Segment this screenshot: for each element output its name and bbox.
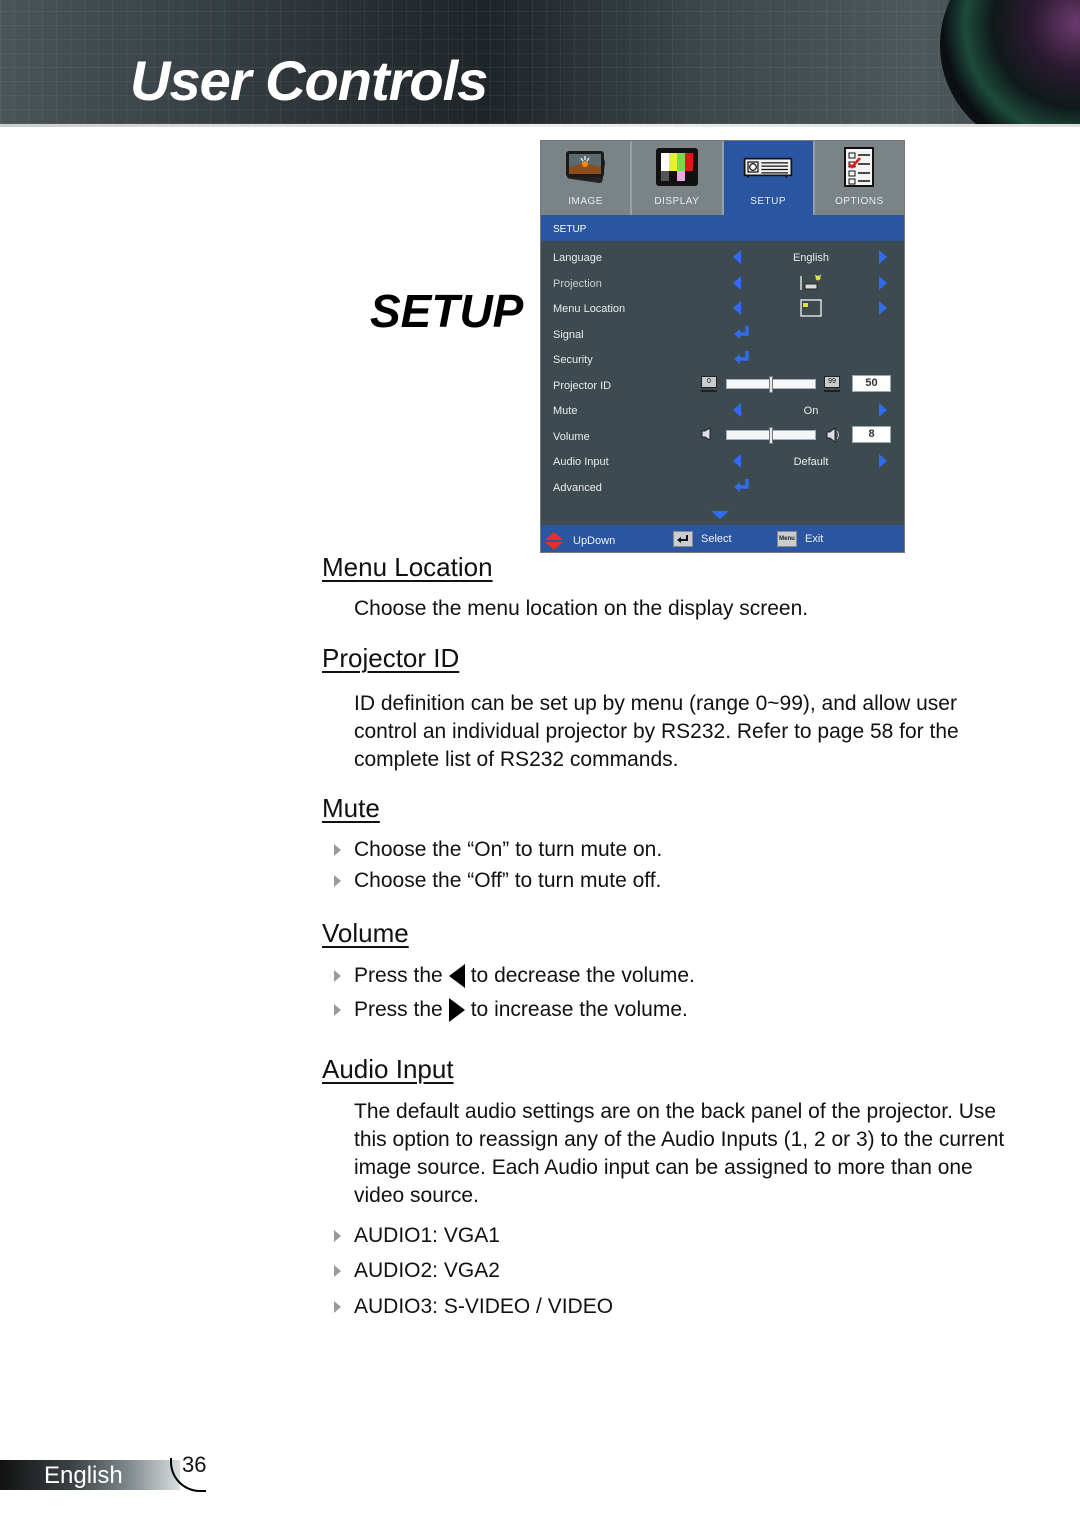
arrow-right-icon[interactable] (879, 250, 887, 264)
bullet-arrow-icon (334, 1301, 341, 1313)
bullet-arrow-icon (334, 1265, 341, 1277)
osd-menu: IMAGE DISPLAY SETUP OPTIONS SETUP Langua… (540, 140, 905, 553)
arrow-left-icon[interactable] (733, 275, 741, 290)
audio-bullet: AUDIO2: VGA2 (334, 1259, 500, 1283)
audio-input-value: Default (793, 456, 829, 468)
enter-icon[interactable] (733, 478, 751, 499)
projector-icon (743, 145, 793, 189)
mute-bullet: Choose the “Off” to turn mute off. (334, 869, 661, 893)
heading-projector-id: Projector ID (322, 643, 460, 673)
osd-row-volume[interactable]: Volume 8 (541, 424, 904, 450)
osd-row-mute[interactable]: Mute On (541, 398, 904, 424)
audio-bullet: AUDIO1: VGA1 (334, 1224, 500, 1248)
osd-row-advanced[interactable]: Advanced (541, 475, 904, 501)
bullet-arrow-icon (334, 970, 341, 982)
menu-key-icon: Menu (777, 531, 797, 547)
monitor-max-icon: 99 (824, 375, 840, 392)
osd-row-menu-location[interactable]: Menu Location (541, 296, 904, 322)
speaker-low-icon (701, 426, 711, 441)
osd-rows: Language English Projection Menu Locatio… (541, 241, 904, 500)
osd-row-projection[interactable]: Projection (541, 271, 904, 297)
audio-input-text: The default audio settings are on the ba… (354, 1100, 1005, 1207)
tab-options[interactable]: OPTIONS (814, 141, 904, 215)
heading-mute: Mute (322, 793, 380, 823)
select-hint: Select (673, 531, 732, 547)
osd-row-security[interactable]: Security (541, 347, 904, 373)
arrow-left-icon[interactable] (733, 403, 741, 417)
volume-bullet: Press the to increase the volume. (334, 998, 688, 1022)
section-tag: SETUP (370, 285, 524, 337)
checklist-icon (834, 145, 884, 189)
bullet-arrow-icon (334, 875, 341, 887)
osd-row-projector-id[interactable]: Projector ID 0 99 50 (541, 373, 904, 399)
osd-row-audio-input[interactable]: Audio Input Default (541, 449, 904, 475)
osd-heading: SETUP (541, 215, 904, 241)
lens-graphic (940, 0, 1080, 124)
arrow-left-icon[interactable] (733, 454, 741, 468)
slider-knob[interactable] (769, 375, 773, 393)
bullet-arrow-icon (334, 1230, 341, 1242)
arrow-right-icon[interactable] (879, 454, 887, 468)
tab-image[interactable]: IMAGE (541, 141, 633, 215)
exit-hint: Menu Exit (777, 531, 823, 547)
heading-menu-location: Menu Location (322, 552, 493, 582)
right-arrow-icon (448, 998, 465, 1022)
osd-tab-bar: IMAGE DISPLAY SETUP OPTIONS (541, 141, 904, 215)
osd-footer: UpDown Select Menu Exit (541, 525, 904, 552)
arrow-left-icon[interactable] (733, 250, 741, 264)
heading-volume: Volume (322, 918, 409, 948)
volume-slider[interactable] (726, 426, 816, 444)
tab-display[interactable]: DISPLAY (632, 141, 724, 215)
bullet-arrow-icon (334, 844, 341, 856)
heading-audio-input: Audio Input (322, 1054, 454, 1084)
language-label: English (44, 1462, 123, 1489)
header-banner: User Controls (0, 0, 1080, 124)
enter-icon[interactable] (733, 350, 751, 371)
speaker-high-icon (826, 426, 842, 443)
header-divider (0, 124, 1080, 127)
tab-setup[interactable]: SETUP (723, 141, 815, 215)
language-value: English (792, 252, 830, 264)
mute-value: On (803, 405, 819, 417)
enter-key-icon (673, 531, 693, 547)
projector-id-value: 50 (852, 374, 891, 392)
enter-icon[interactable] (733, 325, 751, 346)
language-tab: English (0, 1458, 206, 1494)
volume-bullet: Press the to decrease the volume. (334, 964, 695, 988)
page-title: User Controls (130, 49, 488, 112)
mute-bullet: Choose the “On” to turn mute on. (334, 838, 662, 862)
osd-row-language[interactable]: Language English (541, 245, 904, 271)
image-photo-icon (561, 145, 611, 189)
bullet-arrow-icon (334, 1004, 341, 1016)
page-number: 36 (182, 1452, 207, 1477)
slider-knob[interactable] (769, 426, 773, 444)
monitor-min-icon: 0 (701, 375, 717, 392)
display-colorbars-icon (652, 145, 702, 189)
projector-id-slider[interactable] (726, 375, 816, 393)
volume-value: 8 (852, 425, 891, 443)
left-arrow-icon (448, 964, 465, 988)
front-projection-icon (741, 274, 881, 295)
projector-id-text: ID definition can be set up by menu (ran… (354, 692, 959, 771)
updown-arrows-icon (545, 532, 563, 550)
arrow-right-icon[interactable] (879, 403, 887, 417)
audio-bullet: AUDIO3: S-VIDEO / VIDEO (334, 1295, 613, 1319)
scroll-down-icon[interactable] (711, 511, 729, 519)
arrow-left-icon[interactable] (733, 301, 741, 315)
arrow-right-icon[interactable] (879, 301, 887, 315)
menu-location-text: Choose the menu location on the display … (354, 597, 809, 620)
osd-row-signal[interactable]: Signal (541, 322, 904, 348)
arrow-right-icon[interactable] (879, 275, 887, 290)
menu-top-left-icon (741, 299, 881, 320)
updown-hint: UpDown (543, 531, 615, 551)
